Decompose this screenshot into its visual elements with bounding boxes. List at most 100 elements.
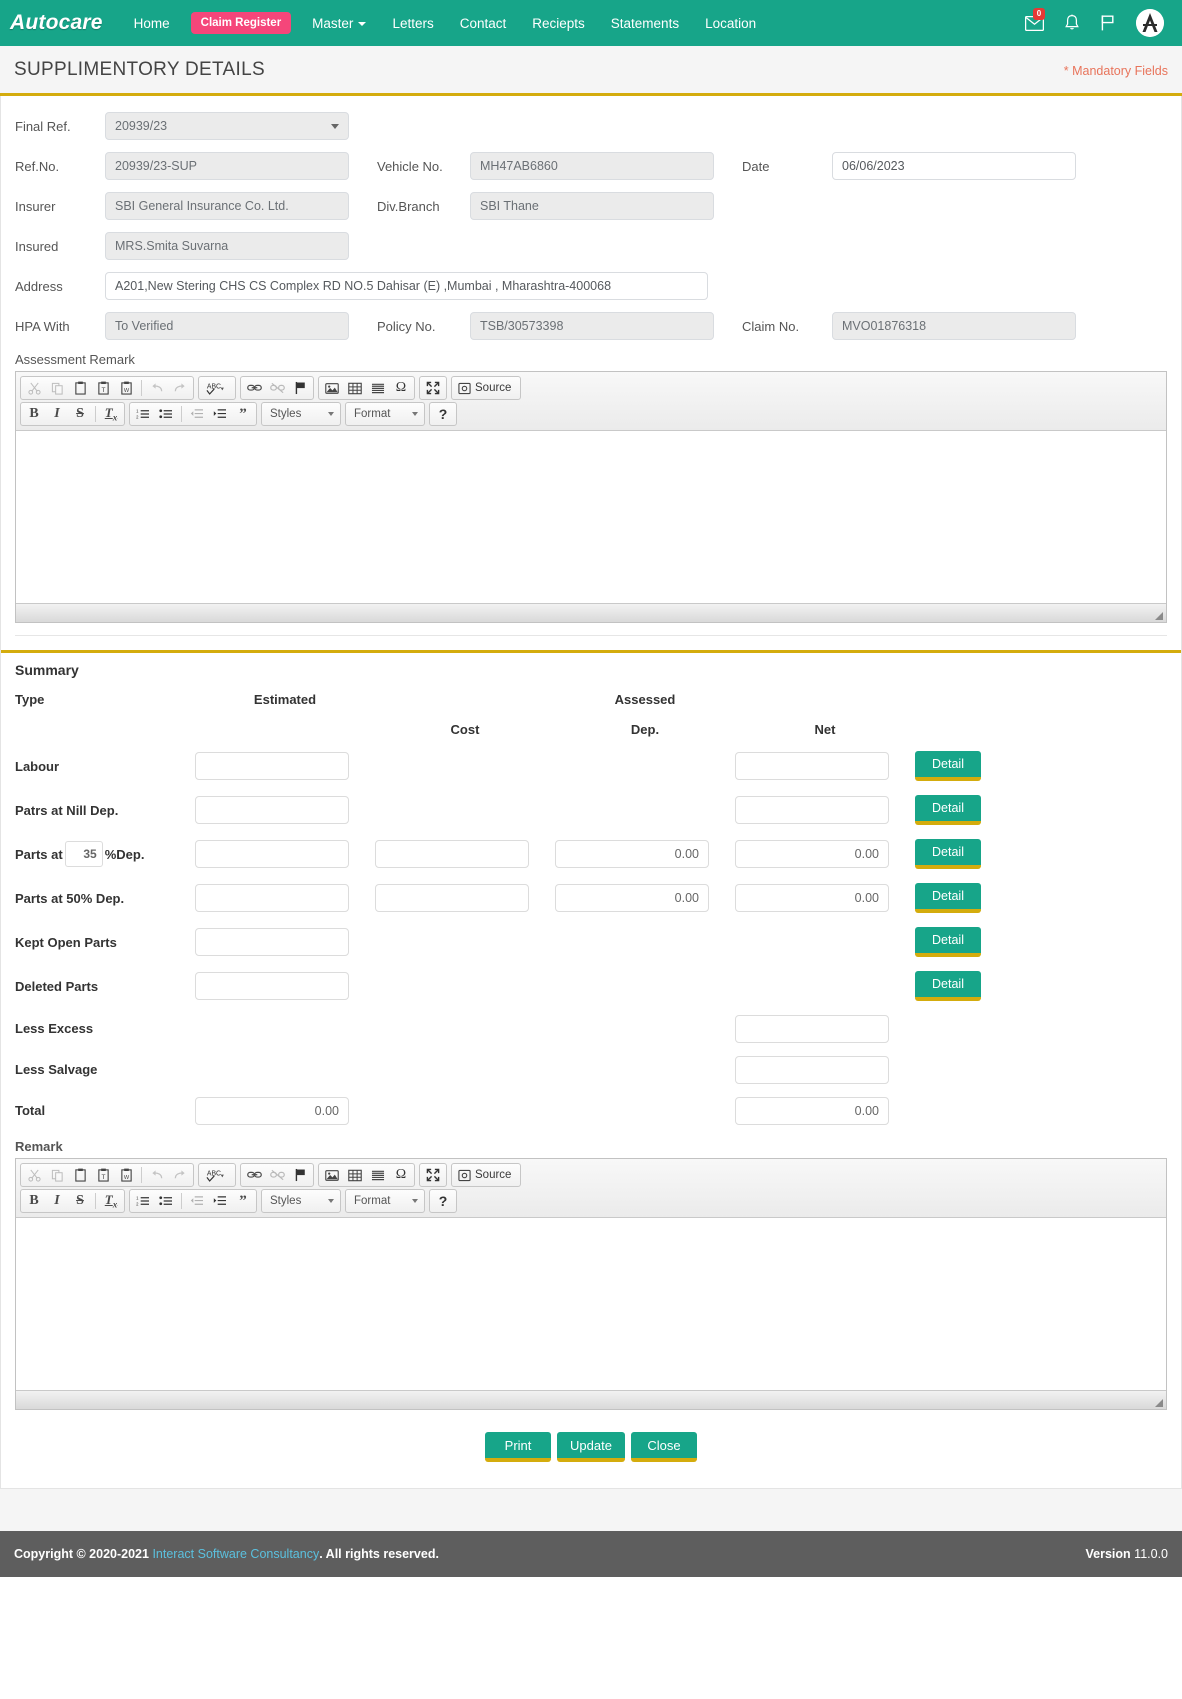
date-input[interactable]: 06/06/2023 (832, 152, 1076, 180)
parts-dep-percent-input[interactable]: 35 (64, 841, 103, 867)
cut-icon[interactable] (23, 1165, 45, 1185)
nav-item-home[interactable]: Home (121, 8, 183, 39)
special-character-icon[interactable]: Ω (390, 378, 412, 398)
image-icon[interactable] (321, 378, 343, 398)
ref-no-input[interactable]: 20939/23-SUP (105, 152, 349, 180)
hpa-with-input[interactable]: To Verified (105, 312, 349, 340)
paste-from-word-icon[interactable]: W (115, 1165, 137, 1185)
parts-50-net-input[interactable]: 0.00 (735, 884, 889, 912)
kept-open-estimated-input[interactable] (195, 928, 349, 956)
nav-item-contact[interactable]: Contact (447, 8, 520, 39)
kept-open-detail-button[interactable]: Detail (915, 927, 981, 957)
update-button[interactable]: Update (557, 1432, 625, 1462)
parts-pct-estimated-input[interactable] (195, 840, 349, 868)
numbered-list-icon[interactable]: 12 (132, 1191, 154, 1211)
less-excess-net-input[interactable] (735, 1014, 889, 1043)
labour-net-input[interactable] (735, 752, 889, 780)
remove-format-icon[interactable]: Tx (100, 404, 122, 424)
bell-icon[interactable] (1064, 14, 1080, 32)
parts-pct-cost-input[interactable] (375, 840, 529, 868)
labour-detail-button[interactable]: Detail (915, 751, 981, 781)
paste-from-word-icon[interactable]: W (115, 378, 137, 398)
redo-icon[interactable] (169, 1165, 191, 1185)
claim-no-input[interactable]: MVO01876318 (832, 312, 1076, 340)
vehicle-no-input[interactable]: MH47AB6860 (470, 152, 714, 180)
help-icon[interactable]: ? (432, 404, 454, 424)
user-avatar[interactable] (1136, 9, 1164, 37)
paste-text-icon[interactable]: T (92, 1165, 114, 1185)
blockquote-icon[interactable]: ” (232, 404, 254, 424)
nav-item-claim-register[interactable]: Claim Register (190, 12, 292, 34)
deleted-parts-detail-button[interactable]: Detail (915, 971, 981, 1001)
indent-icon[interactable] (209, 1191, 231, 1211)
undo-icon[interactable] (146, 1165, 168, 1185)
paste-icon[interactable] (69, 1165, 91, 1185)
total-net-input[interactable]: 0.00 (735, 1096, 889, 1125)
paste-text-icon[interactable]: T (92, 378, 114, 398)
parts-50-detail-button[interactable]: Detail (915, 883, 981, 913)
styles-dropdown[interactable]: Styles (264, 1191, 338, 1211)
link-icon[interactable] (243, 1165, 265, 1185)
strikethrough-icon[interactable]: S (69, 404, 91, 424)
policy-no-input[interactable]: TSB/30573398 (470, 312, 714, 340)
indent-icon[interactable] (209, 404, 231, 424)
special-character-icon[interactable]: Ω (390, 1165, 412, 1185)
table-icon[interactable] (344, 378, 366, 398)
maximize-icon[interactable] (422, 378, 444, 398)
nav-item-location[interactable]: Location (692, 8, 769, 39)
source-button[interactable]: Source (454, 1165, 518, 1185)
flag-icon[interactable] (1100, 14, 1116, 32)
outdent-icon[interactable] (186, 1191, 208, 1211)
copy-icon[interactable] (46, 378, 68, 398)
undo-icon[interactable] (146, 378, 168, 398)
less-salvage-net-input[interactable] (735, 1055, 889, 1084)
parts-nill-estimated-input[interactable] (195, 796, 349, 824)
parts-50-dep-input[interactable]: 0.00 (555, 884, 709, 912)
deleted-parts-estimated-input[interactable] (195, 972, 349, 1000)
parts-50-estimated-input[interactable] (195, 884, 349, 912)
resize-grip[interactable] (1155, 1399, 1163, 1407)
div-branch-input[interactable]: SBI Thane (470, 192, 714, 220)
horizontal-rule-icon[interactable] (367, 1165, 389, 1185)
assessment-remark-textarea[interactable] (16, 431, 1166, 603)
labour-estimated-input[interactable] (195, 752, 349, 780)
format-dropdown[interactable]: Format (348, 404, 422, 424)
bulleted-list-icon[interactable] (155, 1191, 177, 1211)
parts-pct-net-input[interactable]: 0.00 (735, 840, 889, 868)
nav-item-statements[interactable]: Statements (598, 8, 692, 39)
insurer-input[interactable]: SBI General Insurance Co. Ltd. (105, 192, 349, 220)
spellcheck-icon[interactable]: ABC (201, 378, 233, 398)
italic-icon[interactable]: I (46, 404, 68, 424)
bold-icon[interactable]: B (23, 404, 45, 424)
envelope-icon[interactable]: 0 (1025, 7, 1045, 31)
anchor-flag-icon[interactable] (289, 1165, 311, 1185)
insured-input[interactable]: MRS.Smita Suvarna (105, 232, 349, 260)
paste-icon[interactable] (69, 378, 91, 398)
anchor-flag-icon[interactable] (289, 378, 311, 398)
cut-icon[interactable] (23, 378, 45, 398)
spellcheck-icon[interactable]: ABC (201, 1165, 233, 1185)
bold-icon[interactable]: B (23, 1191, 45, 1211)
copy-icon[interactable] (46, 1165, 68, 1185)
company-link[interactable]: Interact Software Consultancy (152, 1547, 319, 1561)
strikethrough-icon[interactable]: S (69, 1191, 91, 1211)
redo-icon[interactable] (169, 378, 191, 398)
final-ref-select[interactable]: 20939/23 (105, 112, 349, 140)
remove-format-icon[interactable]: Tx (100, 1191, 122, 1211)
table-icon[interactable] (344, 1165, 366, 1185)
image-icon[interactable] (321, 1165, 343, 1185)
styles-dropdown[interactable]: Styles (264, 404, 338, 424)
parts-nill-net-input[interactable] (735, 796, 889, 824)
resize-grip[interactable] (1155, 612, 1163, 620)
link-icon[interactable] (243, 378, 265, 398)
nav-item-reciepts[interactable]: Reciepts (519, 8, 598, 39)
address-input[interactable]: A201,New Stering CHS CS Complex RD NO.5 … (105, 272, 708, 300)
blockquote-icon[interactable]: ” (232, 1191, 254, 1211)
parts-pct-detail-button[interactable]: Detail (915, 839, 981, 869)
print-button[interactable]: Print (485, 1432, 552, 1462)
numbered-list-icon[interactable]: 12 (132, 404, 154, 424)
parts-nill-detail-button[interactable]: Detail (915, 795, 981, 825)
outdent-icon[interactable] (186, 404, 208, 424)
format-dropdown[interactable]: Format (348, 1191, 422, 1211)
parts-pct-dep-input[interactable]: 0.00 (555, 840, 709, 868)
